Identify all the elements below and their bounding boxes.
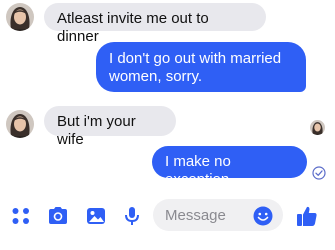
contact-avatar[interactable] [6, 110, 34, 138]
contact-avatar[interactable] [6, 3, 34, 31]
contact-photo [6, 3, 34, 31]
message-text: I make no exception [165, 153, 231, 188]
microphone-icon[interactable] [121, 205, 143, 227]
gallery-icon[interactable] [85, 205, 107, 227]
message-text: Atleast invite me out to dinner [57, 10, 209, 45]
message-text: But i'm your wife [57, 113, 136, 148]
incoming-message-bubble[interactable]: Atleast invite me out to dinner [44, 3, 266, 45]
camera-icon[interactable] [47, 205, 69, 227]
message-text: I don't go out with married women, sorry… [109, 50, 282, 85]
contact-photo [6, 110, 34, 138]
outgoing-message-bubble[interactable]: I make no exception [152, 146, 307, 188]
like-icon[interactable] [295, 204, 319, 228]
apps-icon[interactable] [10, 205, 32, 227]
seen-contact-photo [310, 120, 325, 135]
sent-check-icon [312, 166, 326, 180]
incoming-message-bubble[interactable]: But i'm your wife [44, 106, 176, 148]
outgoing-message-bubble[interactable]: I don't go out with married women, sorry… [96, 42, 306, 92]
emoji-icon[interactable] [252, 205, 274, 227]
seen-avatar [310, 120, 325, 135]
composer-bar [0, 196, 335, 236]
